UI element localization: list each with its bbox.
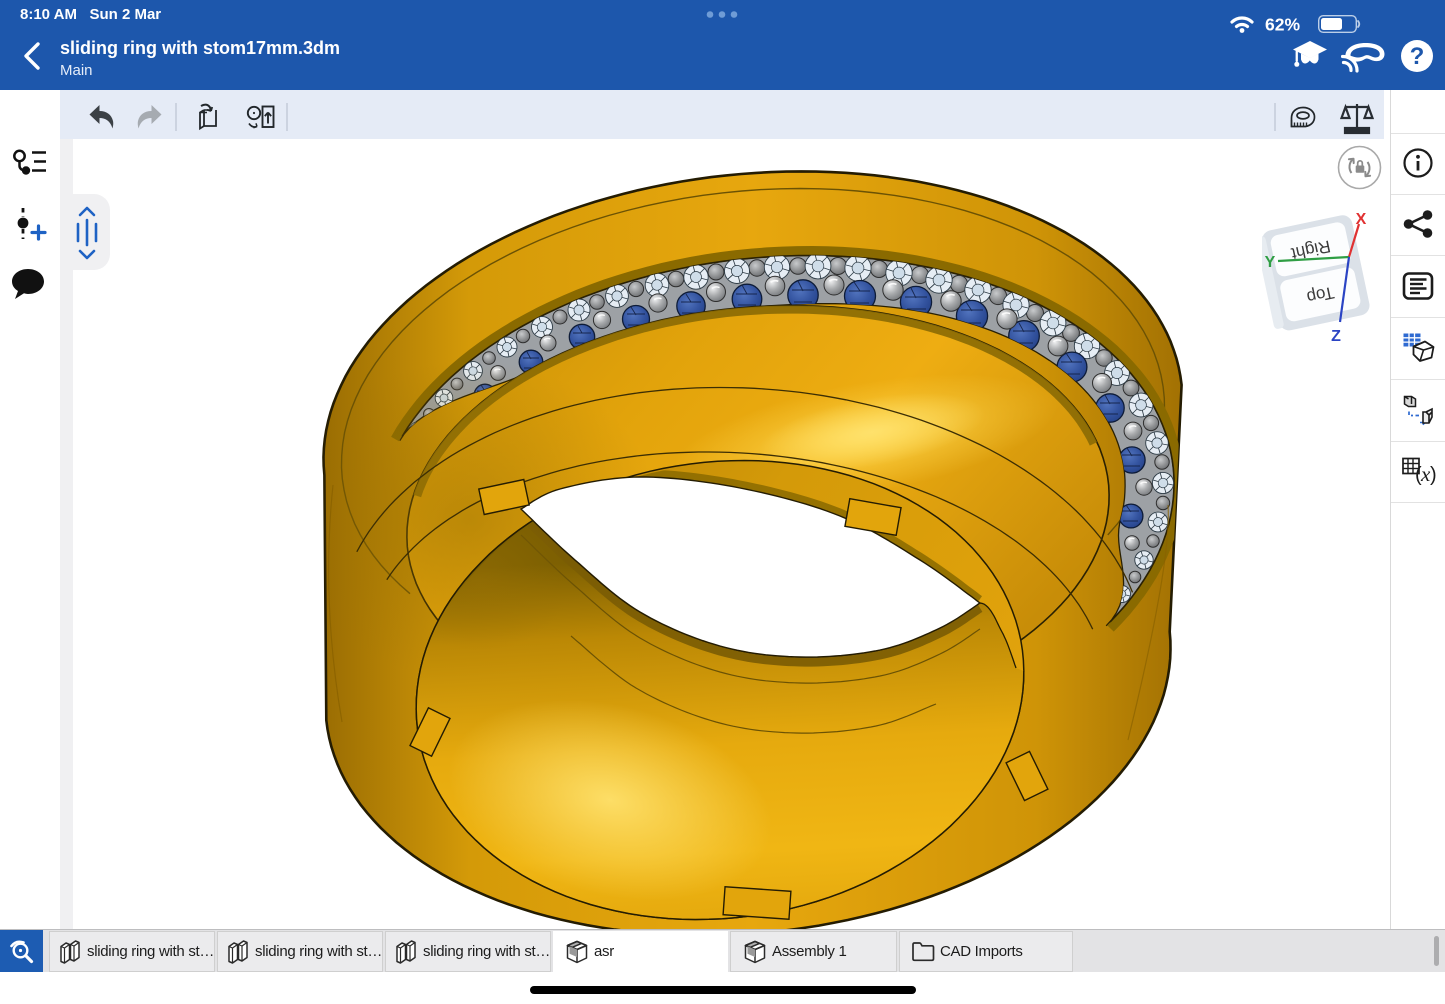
svg-text:?: ? <box>1410 43 1425 70</box>
svg-text:Z: Z <box>1331 328 1341 345</box>
svg-text:Y: Y <box>1265 254 1276 271</box>
svg-text:X: X <box>1356 211 1367 228</box>
svg-text:): ) <box>1430 464 1437 486</box>
svg-text:62%: 62% <box>1265 15 1300 35</box>
